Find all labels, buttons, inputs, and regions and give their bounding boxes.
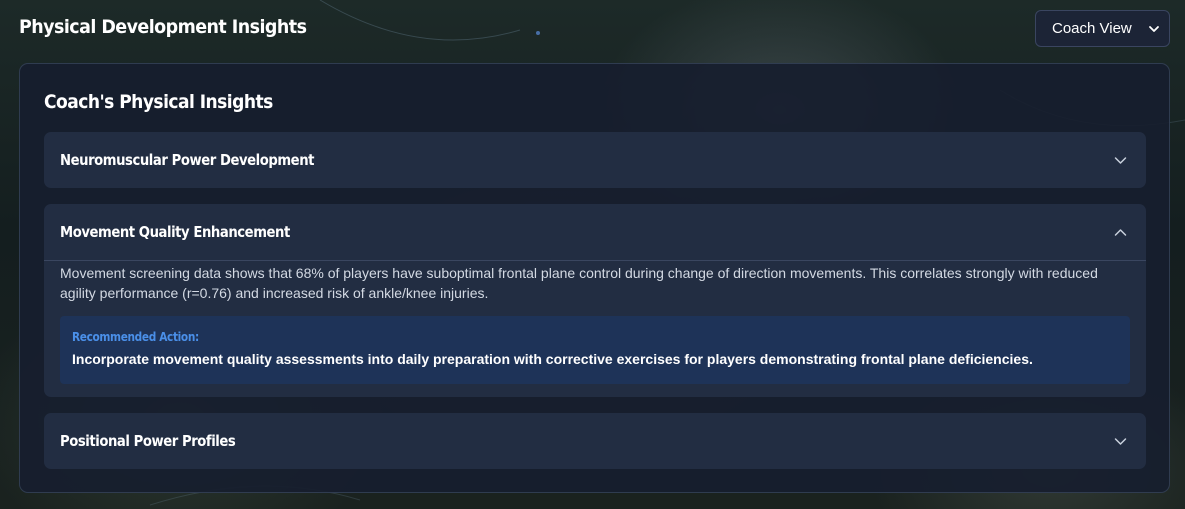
recommended-action-text: Incorporate movement quality assessments…	[72, 351, 1033, 367]
accordion-title: Neuromuscular Power Development	[60, 151, 315, 169]
insight-description: Movement screening data shows that 68% o…	[60, 265, 1098, 301]
view-select-value: Coach View	[1052, 20, 1132, 37]
recommended-action-box: Recommended Action: Incorporate movement…	[60, 316, 1130, 384]
accordion-header-movement-quality[interactable]: Movement Quality Enhancement	[44, 204, 1146, 260]
chevron-up-icon	[1114, 229, 1127, 236]
chevron-down-icon	[1149, 26, 1159, 32]
accordion-title: Positional Power Profiles	[60, 432, 236, 450]
accordion-header-positional-power[interactable]: Positional Power Profiles	[44, 413, 1146, 469]
accordion-header-neuromuscular-power[interactable]: Neuromuscular Power Development	[44, 132, 1146, 188]
page-title: Physical Development Insights	[19, 16, 307, 38]
accordion-neuromuscular-power: Neuromuscular Power Development	[44, 132, 1146, 188]
chevron-down-icon	[1114, 438, 1127, 445]
top-bar: Physical Development Insights Coach View	[0, 0, 1185, 60]
recommended-action-label: Recommended Action:	[72, 330, 199, 344]
accordion-positional-power: Positional Power Profiles	[44, 413, 1146, 469]
accordion-title: Movement Quality Enhancement	[60, 223, 290, 241]
chevron-down-icon	[1114, 157, 1127, 164]
insights-panel: Coach's Physical Insights Neuromuscular …	[19, 63, 1170, 493]
accordion-body: Movement screening data shows that 68% o…	[44, 261, 1146, 384]
view-select-dropdown[interactable]: Coach View	[1035, 10, 1170, 47]
accordion-movement-quality: Movement Quality Enhancement Movement sc…	[44, 204, 1146, 397]
panel-title: Coach's Physical Insights	[44, 91, 273, 113]
